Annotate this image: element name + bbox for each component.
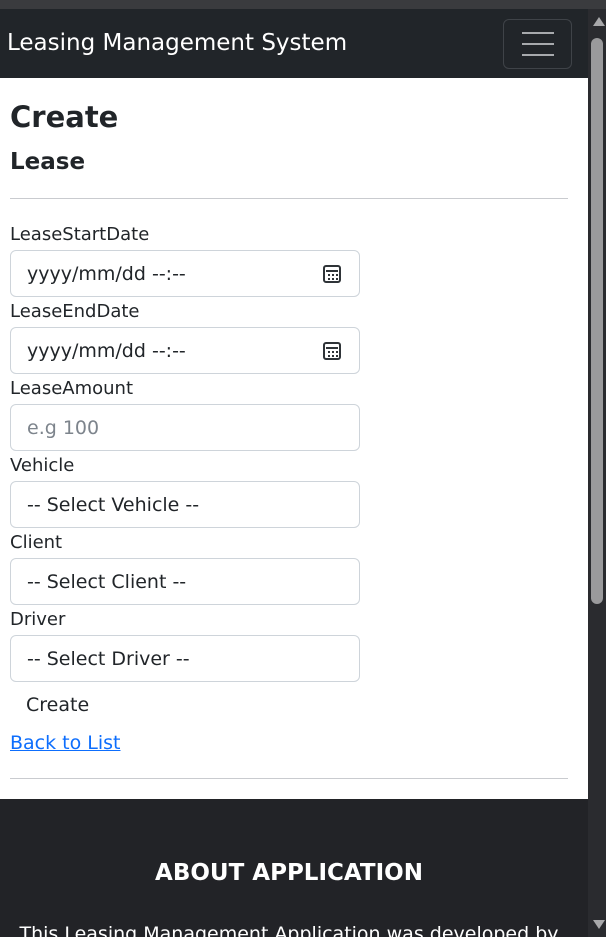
driver-selected-value: -- Select Driver -- bbox=[27, 647, 190, 670]
navbar-toggle-button[interactable] bbox=[503, 18, 572, 69]
lease-amount-field: LeaseAmount bbox=[10, 380, 360, 451]
back-to-list-link[interactable]: Back to List bbox=[10, 734, 121, 753]
page-title: Create bbox=[10, 100, 119, 134]
form-divider-bottom bbox=[10, 778, 568, 779]
create-button[interactable]: Create bbox=[26, 696, 89, 715]
vertical-scrollbar[interactable] bbox=[588, 9, 606, 937]
scroll-up-arrow-icon[interactable] bbox=[593, 17, 605, 26]
lease-start-date-input[interactable]: yyyy/mm/dd --:-- bbox=[10, 250, 360, 297]
menu-line bbox=[521, 53, 554, 56]
calendar-icon[interactable] bbox=[323, 341, 341, 360]
site-footer: ABOUT APPLICATION This Leasing Managemen… bbox=[0, 799, 588, 937]
lease-end-date-value: yyyy/mm/dd --:-- bbox=[27, 339, 186, 362]
browser-top-bar bbox=[0, 0, 606, 9]
lease-amount-input[interactable] bbox=[10, 404, 360, 451]
footer-title: ABOUT APPLICATION bbox=[155, 860, 423, 886]
lease-start-date-value: yyyy/mm/dd --:-- bbox=[27, 262, 186, 285]
lease-end-date-label: LeaseEndDate bbox=[10, 301, 140, 322]
main-content: Create Lease LeaseStartDate yyyy/mm/dd -… bbox=[0, 78, 588, 799]
footer-description: This Leasing Management Application was … bbox=[19, 923, 559, 937]
lease-amount-label: LeaseAmount bbox=[10, 378, 134, 399]
lease-start-date-field: LeaseStartDate yyyy/mm/dd --:-- bbox=[10, 226, 360, 297]
lease-end-date-field: LeaseEndDate yyyy/mm/dd --:-- bbox=[10, 303, 360, 374]
lease-end-date-input[interactable]: yyyy/mm/dd --:-- bbox=[10, 327, 360, 374]
driver-label: Driver bbox=[10, 609, 66, 630]
calendar-icon[interactable] bbox=[323, 264, 341, 283]
vehicle-field: Vehicle -- Select Vehicle -- bbox=[10, 457, 360, 528]
hamburger-menu-icon bbox=[521, 31, 554, 56]
scroll-down-arrow-icon[interactable] bbox=[593, 920, 605, 929]
vehicle-label: Vehicle bbox=[10, 455, 75, 476]
vehicle-select[interactable]: -- Select Vehicle -- bbox=[10, 481, 360, 528]
client-label: Client bbox=[10, 532, 63, 553]
scrollbar-thumb[interactable] bbox=[591, 38, 603, 604]
driver-field: Driver -- Select Driver -- bbox=[10, 611, 360, 682]
page-subtitle: Lease bbox=[10, 149, 86, 175]
lease-start-date-label: LeaseStartDate bbox=[10, 224, 150, 245]
top-navbar: Leasing Management System bbox=[0, 9, 588, 78]
client-field: Client -- Select Client -- bbox=[10, 534, 360, 605]
client-selected-value: -- Select Client -- bbox=[27, 570, 187, 593]
client-select[interactable]: -- Select Client -- bbox=[10, 558, 360, 605]
menu-line bbox=[521, 42, 554, 45]
vehicle-selected-value: -- Select Vehicle -- bbox=[27, 493, 200, 516]
menu-line bbox=[521, 31, 554, 34]
driver-select[interactable]: -- Select Driver -- bbox=[10, 635, 360, 682]
app-brand[interactable]: Leasing Management System bbox=[7, 32, 347, 55]
form-divider-top bbox=[10, 198, 568, 199]
